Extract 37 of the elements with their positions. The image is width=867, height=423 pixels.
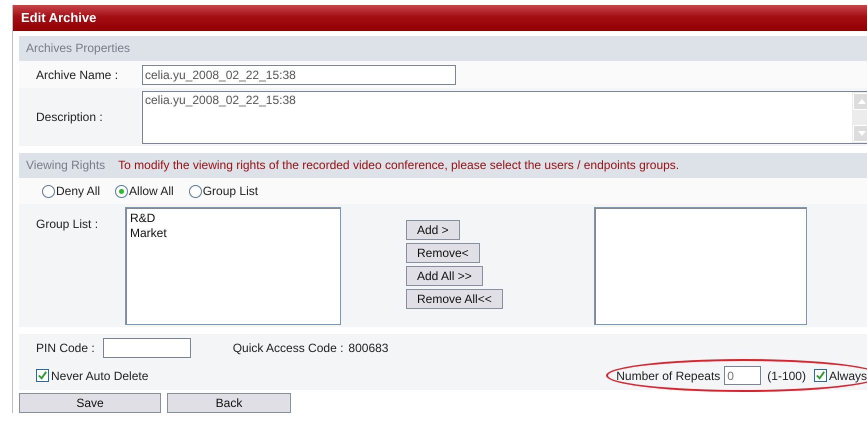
archive-name-field[interactable]: celia.yu_2008_02_22_15:38 — [142, 64, 456, 84]
radio-label: Deny All — [56, 184, 100, 198]
section-header: Viewing Rights — [26, 158, 106, 172]
transfer-button[interactable]: Remove All<< — [406, 289, 503, 309]
transfer-button[interactable]: Remove< — [406, 243, 480, 263]
list-item[interactable]: R&D — [130, 211, 336, 226]
field-label: Number of Repeats — [616, 368, 720, 382]
action-button[interactable]: Save — [19, 393, 161, 413]
range-hint: (1-100) — [767, 368, 806, 382]
radio-button[interactable] — [188, 184, 202, 198]
description-field[interactable]: celia.yu_2008_02_22_15:38 — [142, 90, 867, 144]
section-header: Archives Properties — [19, 36, 867, 61]
radio-label: Group List — [202, 184, 258, 198]
selected-listbox[interactable] — [594, 207, 807, 325]
field-label: PIN Code : — [36, 340, 95, 354]
transfer-button[interactable]: Add All >> — [406, 266, 483, 286]
window-title: Edit Archive — [13, 5, 867, 31]
field-value: 800683 — [348, 340, 388, 354]
checkbox[interactable] — [814, 369, 827, 382]
radio-button[interactable] — [115, 184, 128, 198]
radio-button[interactable] — [42, 184, 55, 198]
field-label: Archive Name : — [35, 68, 120, 82]
checkbox-label: Never Auto Delete — [51, 368, 148, 382]
checkbox-label: Always — [828, 368, 867, 382]
action-button[interactable]: Back — [167, 393, 291, 413]
field-label: Quick Access Code : — [232, 340, 344, 354]
transfer-button[interactable]: Add > — [406, 220, 460, 240]
field-label: Description : — [35, 110, 104, 124]
list-item[interactable]: Market — [130, 226, 336, 241]
field-label: Group List : — [35, 216, 100, 231]
field-value: celia.yu_2008_02_22_15:38 — [144, 92, 297, 108]
instruction-text: To modify the viewing rights of the recorded video conference, please select the users / endpoints groups. — [118, 158, 680, 172]
pin-code-field[interactable] — [102, 338, 191, 358]
checkbox[interactable] — [36, 369, 49, 382]
group-listbox[interactable]: R&D Market — [125, 207, 341, 325]
radio-label: Allow All — [129, 184, 174, 198]
repeats-field[interactable]: 0 — [724, 366, 762, 385]
